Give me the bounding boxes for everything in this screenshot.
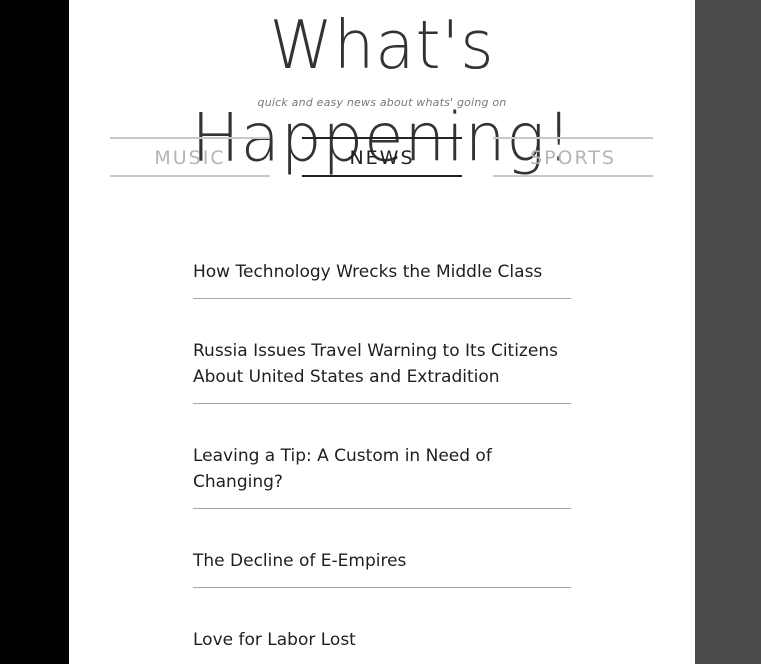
right-scroll-area (695, 0, 761, 664)
list-item: Leaving a Tip: A Custom in Need of Chang… (193, 424, 571, 509)
left-background (0, 0, 69, 664)
article-link[interactable]: Russia Issues Travel Warning to Its Citi… (193, 338, 571, 390)
page-container: What's Happening! quick and easy news ab… (69, 0, 695, 664)
list-item: Russia Issues Travel Warning to Its Citi… (193, 319, 571, 404)
article-link[interactable]: Leaving a Tip: A Custom in Need of Chang… (193, 443, 571, 495)
site-tagline: quick and easy news about whats' going o… (257, 96, 507, 109)
tab-news[interactable]: NEWS (302, 137, 462, 177)
article-list: How Technology Wrecks the Middle Class R… (193, 240, 571, 664)
article-link[interactable]: Love for Labor Lost (193, 627, 571, 653)
article-link[interactable]: How Technology Wrecks the Middle Class (193, 259, 571, 285)
tab-sports[interactable]: SPORTS (493, 137, 653, 177)
list-item: The Decline of E-Empires (193, 529, 571, 588)
list-item: Love for Labor Lost (193, 608, 571, 664)
article-link[interactable]: The Decline of E-Empires (193, 548, 571, 574)
tab-music[interactable]: MUSIC (110, 137, 270, 177)
list-item: How Technology Wrecks the Middle Class (193, 240, 571, 299)
